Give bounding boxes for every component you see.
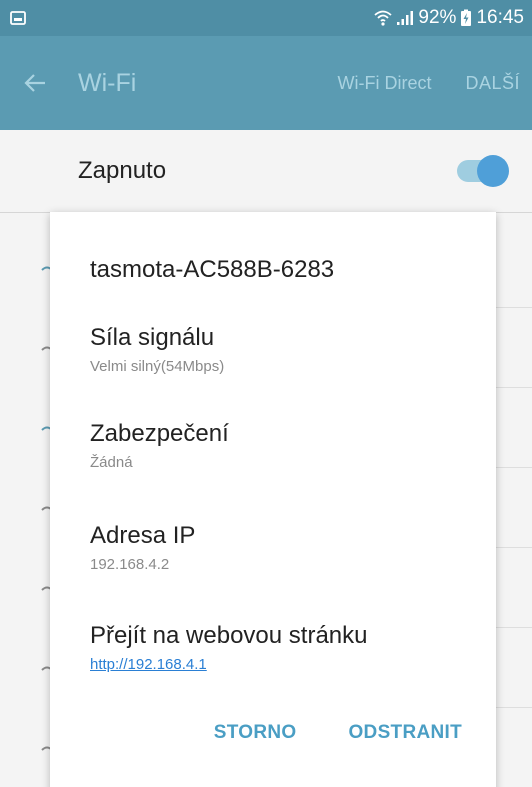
clock: 16:45 <box>476 7 524 28</box>
gallery-icon <box>10 10 26 26</box>
screen: 92% 16:45 Wi-Fi Wi-Fi Direct DALŠÍ Zapnu… <box>0 0 532 787</box>
web-page-link[interactable]: http://192.168.4.1 <box>90 656 368 673</box>
app-bar-actions: Wi-Fi Direct DALŠÍ <box>337 73 532 94</box>
signal-strength-value: Velmi silný(54Mbps) <box>90 358 225 375</box>
app-bar: Wi-Fi Wi-Fi Direct DALŠÍ <box>0 36 532 130</box>
wifi-toggle-label: Zapnuto <box>78 157 167 184</box>
arrow-left-icon <box>24 74 45 92</box>
dialog-title: tasmota-AC588B-6283 <box>90 256 335 283</box>
wifi-icon <box>374 9 393 27</box>
ip-address-detail: Adresa IP 192.168.4.2 <box>90 522 195 573</box>
signal-strength-label: Síla signálu <box>90 324 215 351</box>
wifi-switch[interactable] <box>457 155 509 187</box>
dialog-buttons: STORNO ODSTRANIT <box>214 722 462 744</box>
battery-percent: 92% <box>418 7 457 28</box>
more-button[interactable]: DALŠÍ <box>465 73 520 94</box>
wifi-direct-button[interactable]: Wi-Fi Direct <box>337 73 431 94</box>
web-page-label: Přejít na webovou stránku <box>90 622 368 649</box>
network-details-dialog: tasmota-AC588B-6283 Síla signálu Velmi s… <box>50 212 496 787</box>
security-detail: Zabezpečení Žádná <box>90 420 229 471</box>
forget-button[interactable]: ODSTRANIT <box>348 722 462 744</box>
cancel-button[interactable]: STORNO <box>214 722 297 744</box>
status-bar: 92% 16:45 <box>0 0 532 36</box>
security-label: Zabezpečení <box>90 420 229 447</box>
web-page-detail: Přejít na webovou stránku http://192.168… <box>90 622 368 673</box>
ip-address-value: 192.168.4.2 <box>90 556 170 573</box>
battery-charging-icon <box>460 9 472 27</box>
signal-icon <box>396 10 414 26</box>
security-value: Žádná <box>90 454 133 471</box>
page-title: Wi-Fi <box>78 68 137 97</box>
ip-address-label: Adresa IP <box>90 522 196 549</box>
status-indicators: 92% 16:45 <box>374 7 524 29</box>
wifi-toggle-row[interactable]: Zapnuto <box>0 130 532 212</box>
back-button[interactable] <box>22 70 48 96</box>
switch-knob <box>477 155 509 187</box>
signal-strength-detail: Síla signálu Velmi silný(54Mbps) <box>90 324 224 375</box>
